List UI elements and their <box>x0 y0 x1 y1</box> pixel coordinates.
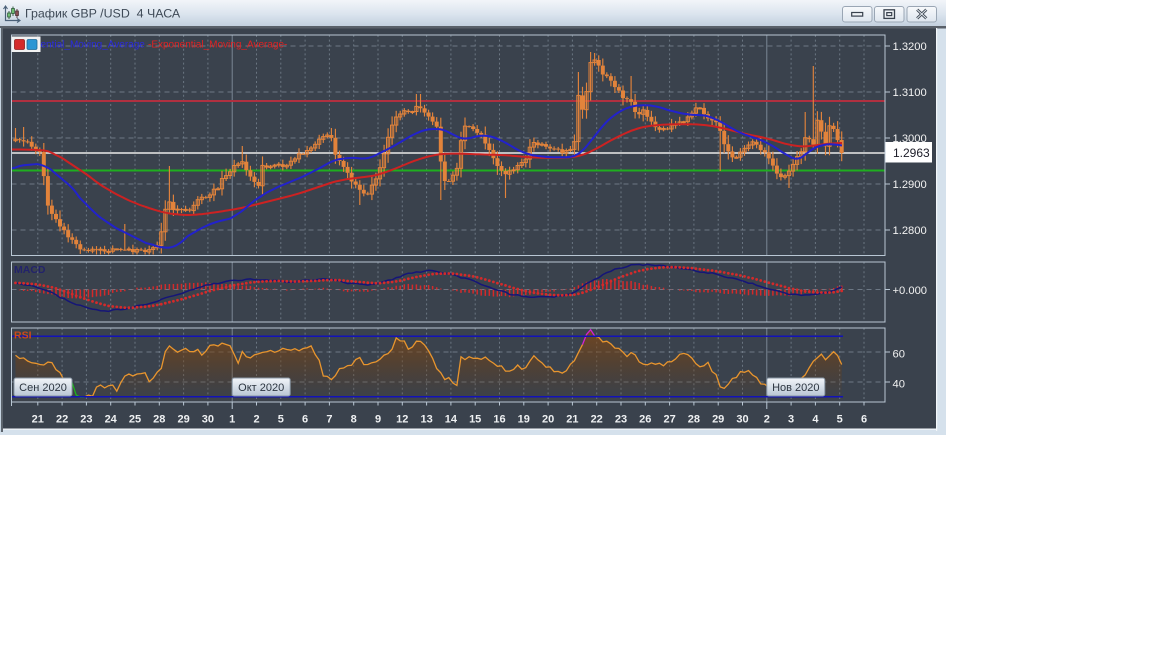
svg-text:20: 20 <box>542 414 554 426</box>
svg-text:6: 6 <box>302 414 308 426</box>
svg-text:30: 30 <box>202 414 214 426</box>
svg-text:40: 40 <box>893 379 905 391</box>
svg-text:21: 21 <box>566 414 578 426</box>
svg-text:MACD: MACD <box>14 264 46 276</box>
svg-text:23: 23 <box>615 414 627 426</box>
svg-text:14: 14 <box>445 414 458 426</box>
svg-text:6: 6 <box>861 414 867 426</box>
svg-text:5: 5 <box>837 414 843 426</box>
svg-text:13: 13 <box>420 414 432 426</box>
svg-text:ential_Moving_Average: ential_Moving_Average <box>41 40 146 51</box>
svg-text:19: 19 <box>518 414 530 426</box>
svg-text:Окт 2020: Окт 2020 <box>238 382 284 394</box>
svg-text:24: 24 <box>105 414 118 426</box>
svg-text:1.2800: 1.2800 <box>893 225 927 237</box>
svg-text:29: 29 <box>177 414 189 426</box>
svg-text:16: 16 <box>493 414 505 426</box>
svg-text:7: 7 <box>326 414 332 426</box>
svg-text:15: 15 <box>469 414 481 426</box>
svg-text:RSI: RSI <box>14 330 32 342</box>
svg-text:12: 12 <box>396 414 408 426</box>
svg-text:28: 28 <box>153 414 165 426</box>
svg-text:22: 22 <box>591 414 603 426</box>
svg-text:26: 26 <box>639 414 651 426</box>
svg-text:1.2900: 1.2900 <box>893 179 927 191</box>
svg-text:5: 5 <box>278 414 284 426</box>
svg-text:Нов 2020: Нов 2020 <box>772 382 819 394</box>
svg-text:25: 25 <box>129 414 141 426</box>
svg-text:Сен 2020: Сен 2020 <box>19 382 67 394</box>
svg-text:21: 21 <box>32 414 44 426</box>
svg-text:1: 1 <box>229 414 235 426</box>
svg-text:8: 8 <box>351 414 357 426</box>
svg-text:60: 60 <box>893 349 905 361</box>
svg-text:+0.000: +0.000 <box>893 285 928 297</box>
svg-text:-Exponential_Moving_Average-: -Exponential_Moving_Average- <box>148 40 287 51</box>
svg-text:1.2963: 1.2963 <box>893 146 930 160</box>
svg-text:1.3200: 1.3200 <box>893 41 927 53</box>
svg-text:23: 23 <box>80 414 92 426</box>
svg-text:1.3100: 1.3100 <box>893 87 927 99</box>
svg-text:3: 3 <box>788 414 794 426</box>
svg-text:2: 2 <box>764 414 770 426</box>
svg-text:22: 22 <box>56 414 68 426</box>
svg-text:30: 30 <box>736 414 748 426</box>
svg-text:2: 2 <box>253 414 259 426</box>
svg-text:28: 28 <box>688 414 700 426</box>
svg-text:График GBP /USD 4 ЧАСА: График GBP /USD 4 ЧАСА <box>25 7 181 21</box>
svg-text:29: 29 <box>712 414 724 426</box>
svg-text:4: 4 <box>812 414 819 426</box>
svg-text:9: 9 <box>375 414 381 426</box>
svg-text:27: 27 <box>663 414 675 426</box>
